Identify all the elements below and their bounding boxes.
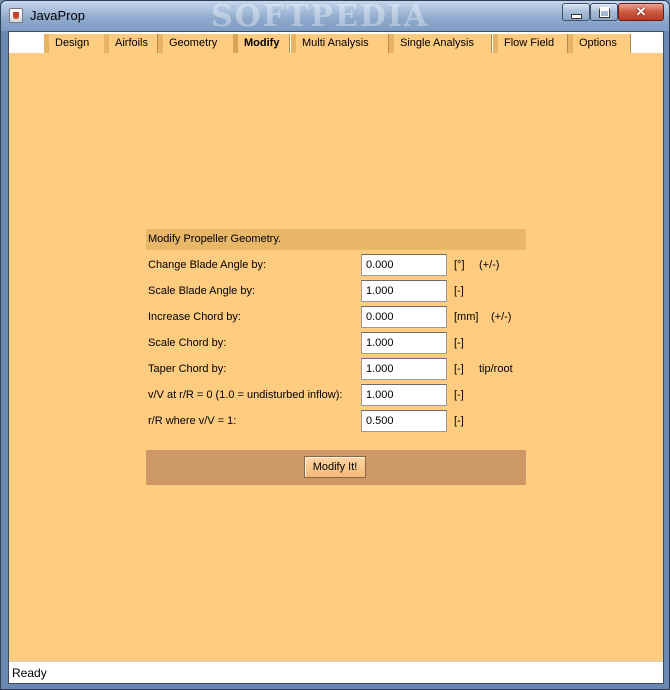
unit-label: [-]: [454, 389, 464, 401]
maximize-icon: [598, 6, 610, 18]
form-row-radius-ratio: r/R where v/V = 1: [-]: [148, 410, 548, 432]
field-label: Increase Chord by:: [148, 311, 241, 323]
unit-label: [-]: [454, 415, 464, 427]
form-row-increase-chord: Increase Chord by: [mm] (+/-): [148, 306, 548, 328]
tab-modify[interactable]: Modify: [233, 34, 290, 53]
action-bar: Modify It!: [146, 450, 526, 485]
tab-multi-analysis[interactable]: Multi Analysis: [291, 34, 389, 53]
form-row-scale-blade-angle: Scale Blade Angle by: [-]: [148, 280, 548, 302]
field-label: Change Blade Angle by:: [148, 259, 267, 271]
tab-geometry[interactable]: Geometry: [158, 34, 234, 53]
field-label: Scale Blade Angle by:: [148, 285, 256, 297]
taper-chord-input[interactable]: [361, 358, 447, 380]
tab-single-analysis[interactable]: Single Analysis: [389, 34, 492, 53]
inflow-ratio-input[interactable]: [361, 384, 447, 406]
client-area: Design Airfoils Geometry Modify Multi An…: [8, 31, 664, 684]
field-label: Taper Chord by:: [148, 363, 227, 375]
tab-flow-field[interactable]: Flow Field: [493, 34, 568, 53]
minimize-button[interactable]: [562, 3, 590, 21]
unit-label: [-]: [454, 337, 464, 349]
field-label: v/V at r/R = 0 (1.0 = undisturbed inflow…: [148, 389, 343, 401]
unit-label: [-]: [454, 285, 464, 297]
radius-ratio-input[interactable]: [361, 410, 447, 432]
unit-label: [mm]: [454, 311, 479, 323]
form-row-taper-chord: Taper Chord by: [-] tip/root: [148, 358, 548, 380]
minimize-icon: [570, 13, 582, 19]
watermark-logo: SOFTPEDIA: [211, 0, 430, 34]
tab-label: Flow Field: [504, 37, 555, 49]
form-title: Modify Propeller Geometry.: [146, 229, 526, 250]
status-text: Ready: [12, 666, 47, 680]
unit-label: [-]: [454, 363, 464, 375]
tab-label: Options: [579, 37, 617, 49]
tab-label: Airfoils: [115, 37, 149, 49]
tab-label: Design: [55, 37, 90, 49]
close-button[interactable]: ✕: [618, 3, 664, 21]
form-row-inflow-ratio: v/V at r/R = 0 (1.0 = undisturbed inflow…: [148, 384, 548, 406]
status-bar: Ready: [9, 661, 663, 683]
increase-chord-input[interactable]: [361, 306, 447, 328]
window-title: JavaProp: [30, 8, 85, 23]
modify-panel: Modify Propeller Geometry. Change Blade …: [9, 53, 663, 661]
change-blade-angle-input[interactable]: [361, 254, 447, 276]
tab-design[interactable]: Design: [44, 34, 108, 53]
close-icon: ✕: [635, 4, 647, 19]
tab-options[interactable]: Options: [568, 34, 631, 53]
scale-blade-angle-input[interactable]: [361, 280, 447, 302]
maximize-button[interactable]: [590, 3, 618, 21]
unit-label: [°]: [454, 259, 465, 271]
tab-bar: Design Airfoils Geometry Modify Multi An…: [9, 32, 663, 53]
hint-label: (+/-): [491, 311, 512, 323]
tab-airfoils[interactable]: Airfoils: [104, 34, 158, 53]
field-label: r/R where v/V = 1:: [148, 415, 237, 427]
hint-label: tip/root: [479, 363, 513, 375]
application-window: JavaProp SOFTPEDIA ✕ Design Airfoils Geo…: [0, 0, 670, 690]
form-row-scale-chord: Scale Chord by: [-]: [148, 332, 548, 354]
tab-label: Geometry: [169, 37, 218, 49]
tab-label: Multi Analysis: [302, 37, 369, 49]
field-label: Scale Chord by:: [148, 337, 227, 349]
title-bar[interactable]: JavaProp SOFTPEDIA ✕: [1, 0, 669, 34]
modify-it-button[interactable]: Modify It!: [304, 456, 366, 478]
java-app-icon: [9, 8, 23, 23]
hint-label: (+/-): [479, 259, 500, 271]
form-row-change-blade-angle: Change Blade Angle by: [°] (+/-): [148, 254, 548, 276]
tab-label: Single Analysis: [400, 37, 474, 49]
scale-chord-input[interactable]: [361, 332, 447, 354]
tab-label: Modify: [244, 37, 280, 49]
